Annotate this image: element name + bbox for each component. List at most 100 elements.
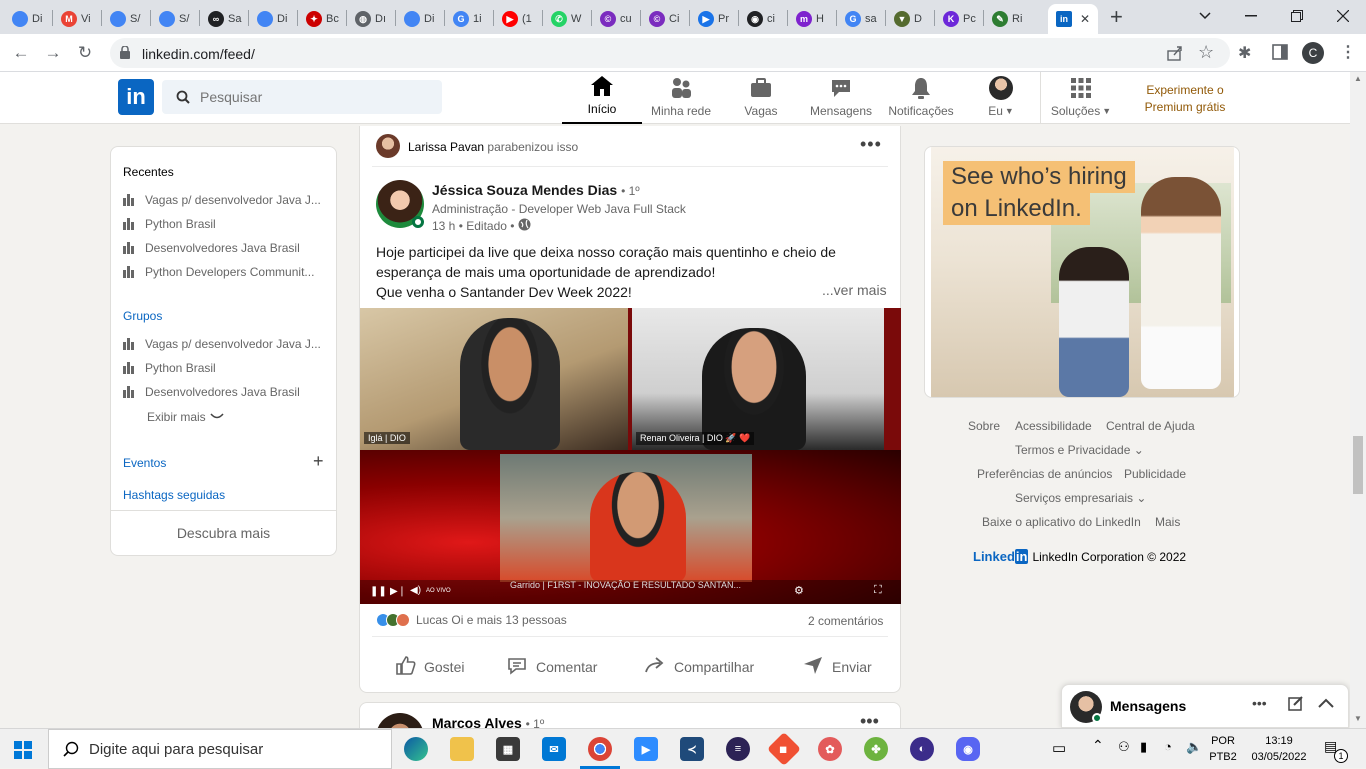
volume-icon[interactable]: 🔈 xyxy=(1186,739,1202,755)
comment-button[interactable]: Comentar xyxy=(506,654,597,679)
page-scrollbar[interactable]: ▲ ▼ xyxy=(1350,72,1366,728)
author-name[interactable]: Jéssica Souza Mendes Dias xyxy=(432,182,617,198)
side-panel-icon[interactable] xyxy=(1272,44,1288,63)
context-name[interactable]: Larissa Pavan xyxy=(408,140,484,154)
see-more-link[interactable]: ...ver mais xyxy=(822,282,887,298)
keyboard-layout-icon[interactable]: ▭ xyxy=(1052,739,1066,757)
footer-link[interactable]: Baixe o aplicativo do LinkedIn xyxy=(982,515,1141,529)
followed-hashtags-link[interactable]: Hashtags seguidas xyxy=(123,488,225,502)
browser-tab[interactable]: ◉ ci xyxy=(739,4,786,34)
browser-tab[interactable]: M Vi xyxy=(53,4,100,34)
eclipse-alt-icon[interactable]: ◐ xyxy=(910,737,934,761)
language-indicator[interactable]: POR PTB2 xyxy=(1206,733,1240,765)
scrollbar-thumb[interactable] xyxy=(1353,436,1363,494)
compose-icon[interactable] xyxy=(1288,695,1304,714)
premium-link[interactable]: Experimente o Premium grátis xyxy=(1130,82,1240,116)
lock-icon[interactable] xyxy=(120,45,130,62)
minimize-icon[interactable] xyxy=(1228,0,1274,32)
recent-item[interactable]: Python Brasil xyxy=(123,217,216,231)
show-hidden-icons[interactable]: ⌃ xyxy=(1092,737,1104,754)
browser-tab[interactable]: © Ci xyxy=(641,4,688,34)
browser-tab[interactable]: ✎ Ri xyxy=(984,4,1031,34)
browser-tab[interactable]: G 1i xyxy=(445,4,492,34)
browser-tab[interactable]: © cu xyxy=(592,4,639,34)
ad-card[interactable]: See who’s hiring on LinkedIn. xyxy=(924,146,1240,398)
extensions-icon[interactable]: ✱ xyxy=(1238,43,1251,63)
footer-link[interactable]: Termos e Privacidade ⌄ xyxy=(1015,443,1144,457)
browser-tab[interactable]: S/ xyxy=(102,4,149,34)
footer-link[interactable]: Central de Ajuda xyxy=(1106,419,1195,433)
scroll-down-arrow[interactable]: ▼ xyxy=(1354,714,1362,723)
footer-link[interactable]: Preferências de anúncios xyxy=(977,467,1112,481)
address-bar[interactable]: linkedin.com/feed/ ☆ xyxy=(110,38,1230,68)
network-status-icon[interactable]: ⚇ xyxy=(1118,739,1130,755)
chrome-menu-icon[interactable]: ⋮ xyxy=(1340,42,1356,62)
taskbar-search[interactable]: Digite aqui para pesquisar xyxy=(48,729,392,769)
clock[interactable]: 13:19 03/05/2022 xyxy=(1246,733,1312,765)
nav-home[interactable]: Início xyxy=(562,72,642,124)
forward-icon[interactable]: → xyxy=(40,40,66,66)
more-options-icon[interactable]: ••• xyxy=(1252,695,1267,711)
reload-icon[interactable]: ↻ xyxy=(72,40,98,66)
zoom-icon[interactable]: ▶ xyxy=(634,737,658,761)
store-icon[interactable]: ▦ xyxy=(496,737,520,761)
browser-tab[interactable]: Di xyxy=(396,4,443,34)
volume-icon[interactable]: ◀) xyxy=(410,585,421,596)
groups-link[interactable]: Grupos xyxy=(123,309,162,323)
fullscreen-icon[interactable]: ⛶ xyxy=(874,584,882,597)
wifi-icon[interactable]: ◔ xyxy=(1164,739,1172,754)
edge-icon[interactable] xyxy=(404,737,428,761)
discord-icon[interactable]: ◉ xyxy=(956,737,980,761)
search-box[interactable] xyxy=(162,80,442,114)
new-tab-button[interactable]: + xyxy=(1110,4,1123,30)
events-link[interactable]: Eventos xyxy=(123,456,166,470)
browser-tab[interactable]: Di xyxy=(4,4,51,34)
browser-tab[interactable]: ▶ (1 xyxy=(494,4,541,34)
add-event-icon[interactable]: + xyxy=(313,451,324,472)
post-video[interactable]: Iglá | DIO Renan Oliveira | DIO 🚀 ❤️ Gar… xyxy=(360,308,901,604)
settings-icon[interactable]: ⚙ xyxy=(794,584,804,597)
send-button[interactable]: Enviar xyxy=(802,654,872,679)
restore-icon[interactable] xyxy=(1274,0,1320,32)
pause-icon[interactable]: ❚❚ xyxy=(370,586,387,597)
nav-me[interactable]: Eu ▼ xyxy=(976,72,1026,124)
back-icon[interactable]: ← xyxy=(8,40,34,66)
context-avatar[interactable] xyxy=(376,134,400,158)
browser-tab[interactable]: Gsa xyxy=(837,4,884,34)
share-page-icon[interactable] xyxy=(1166,44,1184,65)
browser-tab[interactable]: ∞ Sa xyxy=(200,4,247,34)
tab-search-icon[interactable] xyxy=(1182,0,1228,32)
git-icon[interactable]: ◆ xyxy=(767,732,801,766)
browser-tab[interactable]: S/ xyxy=(151,4,198,34)
file-explorer-icon[interactable] xyxy=(450,737,474,761)
url-text[interactable]: linkedin.com/feed/ xyxy=(142,46,255,62)
nav-messaging[interactable]: Mensagens xyxy=(806,72,876,124)
skip-icon[interactable]: ▶❘ xyxy=(390,586,406,597)
nav-my-network[interactable]: Minha rede xyxy=(646,72,716,124)
browser-tab[interactable]: ▶ Pr xyxy=(690,4,737,34)
footer-link[interactable]: Sobre xyxy=(968,419,1000,433)
nav-solutions[interactable]: Soluções ▼ xyxy=(1046,72,1116,124)
share-button[interactable]: Compartilhar xyxy=(644,654,754,679)
chrome-icon[interactable] xyxy=(588,737,612,761)
browser-tab[interactable]: mH xyxy=(788,4,835,34)
recent-item[interactable]: Python Developers Communit... xyxy=(123,265,314,279)
profile-avatar[interactable]: C xyxy=(1302,42,1324,64)
group-item[interactable]: Python Brasil xyxy=(123,361,216,375)
recent-item[interactable]: Vagas p/ desenvolvedor Java J... xyxy=(123,193,321,207)
chevron-up-icon[interactable] xyxy=(1318,697,1334,711)
comments-count[interactable]: 2 comentários xyxy=(808,614,883,628)
browser-tab[interactable]: ✦ Bc xyxy=(298,4,345,34)
browser-tab[interactable]: K Pc xyxy=(935,4,982,34)
footer-link[interactable]: Serviços empresariais ⌄ xyxy=(1015,491,1146,505)
show-more-button[interactable]: Exibir mais xyxy=(147,410,224,424)
browser-tab[interactable]: ✆ W xyxy=(543,4,590,34)
vscode-icon[interactable]: ≺ xyxy=(680,737,704,761)
reactions-summary[interactable]: Lucas Oi e mais 13 pessoas xyxy=(376,613,567,627)
footer-link[interactable]: Acessibilidade xyxy=(1015,419,1092,433)
group-item[interactable]: Vagas p/ desenvolvedor Java J... xyxy=(123,337,321,351)
recent-item[interactable]: Desenvolvedores Java Brasil xyxy=(123,241,300,255)
browser-tab[interactable]: ◍ Dı xyxy=(347,4,394,34)
like-button[interactable]: Gostei xyxy=(394,654,464,679)
browser-tab[interactable]: ▼ D xyxy=(886,4,933,34)
